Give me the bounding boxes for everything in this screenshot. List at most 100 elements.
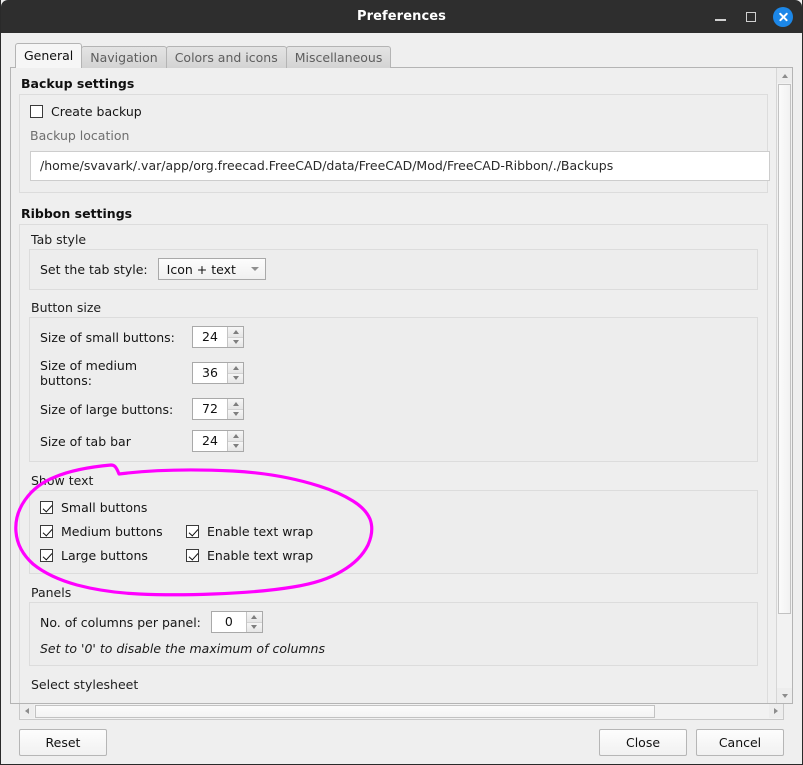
close-icon[interactable] (773, 6, 793, 27)
size-tab-bar-spinner[interactable]: 24 (192, 430, 244, 452)
tab-bar: General Navigation Colors and icons Misc… (15, 43, 793, 68)
spin-up-icon[interactable] (228, 363, 243, 373)
size-tab-bar-row: Size of tab bar 24 (40, 430, 747, 452)
size-medium-buttons-spin-buttons (227, 363, 243, 383)
show-text-row-large: Large buttons Enable text wrap (40, 548, 747, 563)
scroll-down-icon[interactable] (777, 688, 792, 703)
spin-down-icon[interactable] (228, 440, 243, 451)
size-small-buttons-spinner[interactable]: 24 (192, 326, 244, 348)
tab-page-general: Backup settings Create backup Backup loc… (10, 67, 793, 704)
tab-navigation[interactable]: Navigation (81, 46, 167, 68)
size-large-buttons-label: Size of large buttons: (40, 401, 174, 417)
settings-scroll-area: Backup settings Create backup Backup loc… (11, 68, 776, 703)
size-large-buttons-row: Size of large buttons: 72 (40, 398, 747, 420)
scroll-up-icon[interactable] (777, 68, 792, 83)
columns-per-panel-value: 0 (211, 612, 246, 632)
show-text-medium-buttons-checkbox-box (40, 525, 53, 538)
dialog-body: General Navigation Colors and icons Misc… (1, 33, 802, 764)
tab-general[interactable]: General (15, 43, 83, 68)
create-backup-checkbox-box (30, 105, 43, 118)
size-small-buttons-label: Size of small buttons: (40, 329, 175, 345)
size-small-buttons-value: 24 (193, 327, 227, 347)
button-size-group: Size of small buttons: 24 Size of medium (29, 317, 758, 462)
show-text-large-buttons-label: Large buttons (61, 548, 148, 563)
size-medium-buttons-label: Size of medium buttons: (40, 358, 138, 388)
vertical-scrollbar[interactable] (776, 68, 792, 703)
size-large-buttons-value: 72 (193, 399, 227, 419)
tab-style-combobox-value: Icon + text (166, 261, 236, 277)
tab-style-label: Tab style (31, 232, 87, 247)
tab-miscellaneous-label: Miscellaneous (294, 50, 383, 65)
spin-down-icon[interactable] (228, 336, 243, 347)
minimize-icon[interactable] (711, 8, 729, 26)
large-enable-text-wrap-label: Enable text wrap (207, 548, 314, 563)
medium-enable-text-wrap-label: Enable text wrap (207, 524, 314, 539)
scroll-left-icon[interactable] (20, 704, 34, 718)
spin-down-icon[interactable] (246, 621, 262, 632)
size-medium-buttons-row: Size of medium buttons: 36 (40, 358, 747, 388)
size-small-buttons-row: Size of small buttons: 24 (40, 326, 747, 348)
backup-settings-title: Backup settings (21, 76, 135, 91)
cancel-button[interactable]: Cancel (696, 728, 784, 756)
columns-per-panel-hint: Set to '0' to disable the maximum of col… (40, 641, 325, 656)
horizontal-scrollbar-thumb[interactable] (35, 705, 655, 718)
show-text-small-buttons-checkbox[interactable]: Small buttons (40, 500, 186, 515)
tab-style-combobox[interactable]: Icon + text (157, 258, 266, 280)
show-text-group: Small buttons Medium buttons Enable text… (29, 490, 758, 574)
maximize-icon[interactable] (742, 8, 760, 26)
vertical-scrollbar-thumb[interactable] (778, 84, 791, 614)
medium-enable-text-wrap-checkbox[interactable]: Enable text wrap (186, 524, 313, 539)
show-text-large-buttons-checkbox[interactable]: Large buttons (40, 548, 186, 563)
window-controls (711, 0, 793, 33)
show-text-small-buttons-checkbox-box (40, 501, 53, 514)
backup-location-input[interactable]: /home/svavark/.var/app/org.freecad.FreeC… (30, 151, 770, 181)
size-tab-bar-label: Size of tab bar (40, 433, 131, 449)
ribbon-settings-group: Tab style Set the tab style: Icon + text… (19, 224, 768, 703)
show-text-medium-buttons-checkbox[interactable]: Medium buttons (40, 524, 186, 539)
close-button[interactable]: Close (599, 728, 687, 756)
select-stylesheet-label: Select stylesheet (31, 677, 139, 692)
tab-general-label: General (24, 48, 74, 63)
columns-per-panel-spin-buttons (245, 612, 262, 632)
columns-per-panel-row: No. of columns per panel: 0 (40, 611, 747, 633)
scroll-right-icon[interactable] (769, 704, 783, 718)
backup-settings-group: Create backup Backup location /home/svav… (19, 94, 770, 193)
columns-per-panel-label: No. of columns per panel: (40, 614, 201, 630)
spin-up-icon[interactable] (228, 327, 243, 337)
window-title: Preferences (356, 9, 447, 24)
chevron-down-icon (250, 267, 259, 271)
spin-down-icon[interactable] (228, 372, 243, 383)
columns-per-panel-spinner[interactable]: 0 (210, 611, 263, 633)
show-text-small-buttons-label: Small buttons (61, 500, 148, 515)
large-enable-text-wrap-checkbox[interactable]: Enable text wrap (186, 548, 313, 563)
spin-up-icon[interactable] (228, 431, 243, 441)
dialog-footer: Reset Close Cancel (10, 720, 793, 764)
tab-miscellaneous[interactable]: Miscellaneous (285, 46, 392, 68)
show-text-medium-buttons-label: Medium buttons (61, 524, 163, 539)
large-enable-text-wrap-checkbox-box (186, 549, 199, 562)
size-medium-buttons-spinner[interactable]: 36 (192, 362, 244, 384)
size-tab-bar-spin-buttons (227, 431, 243, 451)
panels-label: Panels (31, 585, 72, 600)
create-backup-checkbox[interactable]: Create backup (30, 104, 757, 119)
tab-style-group: Set the tab style: Icon + text (29, 249, 758, 290)
show-text-row-small: Small buttons (40, 500, 747, 515)
show-text-label: Show text (31, 473, 94, 488)
horizontal-scrollbar[interactable] (19, 704, 784, 720)
show-text-row-medium: Medium buttons Enable text wrap (40, 524, 747, 539)
tab-navigation-label: Navigation (90, 50, 158, 65)
spin-down-icon[interactable] (228, 408, 243, 419)
size-large-buttons-spin-buttons (227, 399, 243, 419)
tab-colors-and-icons[interactable]: Colors and icons (165, 46, 287, 68)
create-backup-label: Create backup (51, 104, 142, 119)
size-large-buttons-spinner[interactable]: 72 (192, 398, 244, 420)
show-text-large-buttons-checkbox-box (40, 549, 53, 562)
spin-up-icon[interactable] (228, 399, 243, 409)
tab-colors-and-icons-label: Colors and icons (174, 50, 278, 65)
spin-up-icon[interactable] (246, 612, 262, 622)
reset-button[interactable]: Reset (19, 728, 107, 756)
preferences-dialog: Preferences General Navigation Colors an… (0, 0, 803, 765)
panels-group: No. of columns per panel: 0 Set to '0' t… (29, 602, 758, 666)
backup-location-label: Backup location (30, 128, 130, 143)
tab-style-row: Set the tab style: Icon + text (40, 258, 747, 280)
